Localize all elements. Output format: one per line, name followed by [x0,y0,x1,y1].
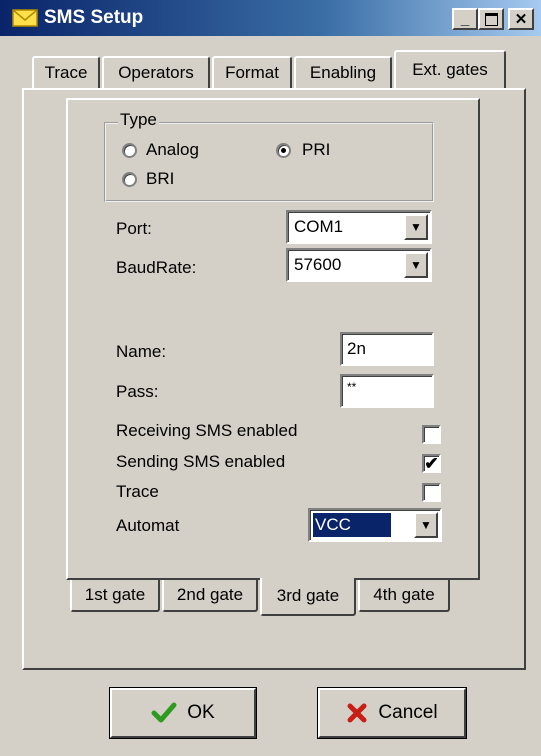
chevron-down-icon[interactable]: ▼ [414,512,438,538]
tab-format[interactable]: Format [212,56,292,88]
trace-label: Trace [116,482,159,501]
minimize-icon: _ [460,10,470,28]
name-input[interactable]: 2n [340,332,434,366]
automat-select[interactable]: VCC ▼ [308,508,442,542]
sending-sms-label: Sending SMS enabled [116,452,286,471]
receiving-sms-checkbox[interactable] [422,425,441,444]
type-groupbox [104,122,434,202]
maximize-icon [484,12,498,26]
tab-trace[interactable]: Trace [32,56,100,88]
tab-enabling[interactable]: Enabling [294,56,392,88]
name-value: 2n [347,339,366,358]
automat-value: VCC [312,512,392,538]
checkmark-icon: ✔ [424,454,439,473]
port-value: COM1 [294,217,344,236]
name-label: Name: [116,342,167,361]
checkmark-icon [151,702,177,724]
radio-bri-label: BRI [146,169,175,188]
ok-label: OK [187,702,215,723]
cancel-button[interactable]: Cancel [317,687,467,739]
radio-analog-label: Analog [146,140,199,159]
baudrate-value: 57600 [294,255,342,274]
close-button[interactable]: ✕ [508,8,534,30]
baudrate-label: BaudRate: [116,258,197,277]
chevron-down-icon[interactable]: ▼ [404,214,428,240]
tab-3rd-gate[interactable]: 3rd gate [260,578,356,616]
maximize-button[interactable] [478,8,504,30]
pass-label: Pass: [116,382,159,401]
tab-operators[interactable]: Operators [102,56,210,88]
radio-analog[interactable] [122,143,137,158]
chevron-down-icon[interactable]: ▼ [404,252,428,278]
sending-sms-checkbox[interactable]: ✔ [422,454,441,473]
radio-bri[interactable] [122,172,137,187]
trace-checkbox[interactable] [422,483,441,502]
tab-4th-gate[interactable]: 4th gate [358,580,450,612]
automat-label: Automat [116,516,180,535]
port-label: Port: [116,219,152,238]
window-title: SMS Setup [44,7,144,28]
type-group-title: Type [118,110,159,130]
ok-button[interactable]: OK [109,687,257,739]
radio-selected-dot [281,148,286,153]
tab-2nd-gate[interactable]: 2nd gate [162,580,258,612]
cancel-label: Cancel [378,702,438,723]
radio-pri-label: PRI [302,140,331,159]
radio-pri[interactable] [276,143,291,158]
tab-ext-gates[interactable]: Ext. gates [394,50,506,88]
envelope-icon [12,9,38,27]
x-icon [346,702,368,724]
minimize-button[interactable]: _ [452,8,478,30]
tab-1st-gate[interactable]: 1st gate [70,580,160,612]
receiving-sms-label: Receiving SMS enabled [116,421,298,440]
close-icon: ✕ [514,10,528,28]
password-input[interactable]: ** [340,374,434,408]
pass-value: ** [347,380,357,394]
baudrate-select[interactable]: 57600 ▼ [286,248,432,282]
port-select[interactable]: COM1 ▼ [286,210,432,244]
